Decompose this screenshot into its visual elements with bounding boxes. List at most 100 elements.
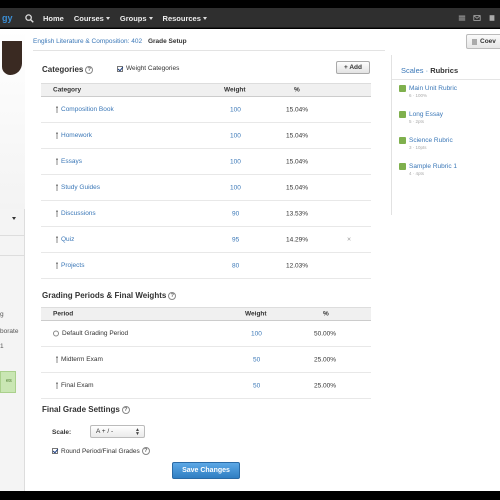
- scale-label: Scale:: [52, 429, 72, 436]
- nav-home[interactable]: Home: [43, 14, 64, 23]
- category-name[interactable]: Homework: [56, 132, 92, 139]
- category-name[interactable]: Study Guides: [56, 184, 100, 191]
- rubric-name[interactable]: Sample Rubric 1: [399, 163, 499, 170]
- scales-tab[interactable]: Scales: [401, 66, 424, 75]
- category-link[interactable]: Essays: [61, 158, 82, 165]
- add-category-button[interactable]: + Add: [336, 61, 370, 74]
- rubric-icon: [399, 85, 406, 92]
- period-weight[interactable]: 100: [251, 330, 262, 337]
- rubric-label[interactable]: Science Rubric: [409, 137, 453, 144]
- category-link[interactable]: Composition Book: [61, 106, 114, 113]
- category-weight[interactable]: 100: [230, 132, 241, 139]
- rubric-item[interactable]: Long Essay 5 · 2pts: [399, 111, 499, 124]
- drag-handle-icon[interactable]: [56, 106, 58, 112]
- rubric-name[interactable]: Science Rubric: [399, 137, 499, 144]
- category-weight[interactable]: 80: [232, 262, 239, 269]
- category-link[interactable]: Study Guides: [61, 184, 100, 191]
- sidebar-text-fragment[interactable]: g: [0, 311, 4, 318]
- messages-icon[interactable]: [458, 14, 466, 22]
- nav-courses-label: Courses: [73, 13, 104, 23]
- rubric-name[interactable]: Main Unit Rubric: [399, 85, 499, 92]
- document-icon: [472, 38, 477, 45]
- table-row: Quiz 95 14.29% ×: [41, 227, 371, 253]
- nav-groups[interactable]: Groups: [120, 14, 153, 23]
- category-name[interactable]: Discussions: [56, 210, 96, 217]
- grading-scale-value: A + / -: [96, 428, 114, 435]
- header-action-button[interactable]: Coev: [466, 34, 500, 49]
- sidebar-status-box[interactable]: es: [0, 371, 16, 393]
- nav-resources[interactable]: Resources: [163, 14, 207, 23]
- rubric-label[interactable]: Main Unit Rubric: [409, 85, 457, 92]
- weight-categories-toggle[interactable]: Weight Categories: [117, 65, 179, 72]
- notifications-icon[interactable]: [488, 14, 496, 22]
- rubric-label[interactable]: Sample Rubric 1: [409, 163, 457, 170]
- delete-category-button[interactable]: ×: [347, 236, 351, 243]
- table-row: Essays 100 15.04%: [41, 149, 371, 175]
- column-header-weight: Weight: [245, 310, 267, 318]
- nav-home-label: Home: [43, 13, 64, 23]
- drag-handle-icon[interactable]: [56, 210, 58, 216]
- round-grades-checkbox[interactable]: [52, 448, 58, 454]
- table-row: Composition Book 100 15.04%: [41, 97, 371, 123]
- nav-courses[interactable]: Courses: [74, 14, 110, 23]
- grading-scale-select[interactable]: A + / - ▲ ▼: [90, 425, 145, 438]
- rubric-item[interactable]: Sample Rubric 1 4 · 4pts: [399, 163, 499, 176]
- category-weight[interactable]: 95: [232, 236, 239, 243]
- rubric-label[interactable]: Long Essay: [409, 111, 443, 118]
- rubric-name[interactable]: Long Essay: [399, 111, 499, 118]
- category-percent: 15.04%: [286, 184, 309, 191]
- search-icon[interactable]: [25, 13, 34, 23]
- rubric-icon: [399, 163, 406, 170]
- rubric-meta: 4 · 4pts: [409, 171, 425, 176]
- rubric-item[interactable]: Science Rubric 3 · 10pts: [399, 137, 499, 150]
- period-name: Final Exam: [56, 382, 94, 389]
- category-weight[interactable]: 100: [230, 184, 241, 191]
- breadcrumb-course-link[interactable]: English Literature & Composition: 402: [33, 38, 142, 45]
- sidebar-text-fragment[interactable]: borate: [0, 328, 18, 335]
- category-link[interactable]: Homework: [61, 132, 92, 139]
- category-name[interactable]: Composition Book: [56, 106, 114, 113]
- app-logo[interactable]: gy: [2, 13, 13, 23]
- period-settings-icon[interactable]: [53, 330, 59, 336]
- period-weight[interactable]: 50: [253, 382, 260, 389]
- category-name[interactable]: Quiz: [56, 236, 74, 243]
- period-name: Midterm Exam: [56, 356, 103, 363]
- help-icon[interactable]: ?: [168, 291, 177, 300]
- help-icon[interactable]: ?: [141, 447, 150, 455]
- rubrics-panel-title: Scales · Rubrics: [401, 66, 458, 75]
- save-changes-button[interactable]: Save Changes: [172, 462, 240, 479]
- help-icon[interactable]: ?: [85, 65, 94, 74]
- drag-handle-icon[interactable]: [56, 262, 58, 268]
- weight-categories-checkbox[interactable]: [117, 65, 123, 72]
- category-weight[interactable]: 100: [230, 106, 241, 113]
- category-link[interactable]: Quiz: [61, 236, 74, 243]
- drag-handle-icon[interactable]: [56, 356, 58, 362]
- period-percent: 25.00%: [314, 382, 337, 389]
- chevron-down-icon[interactable]: [12, 217, 16, 220]
- drag-handle-icon[interactable]: [56, 184, 58, 190]
- table-row: Default Grading Period 100 50.00%: [41, 321, 371, 347]
- category-name[interactable]: Essays: [56, 158, 82, 165]
- sidebar-text-fragment[interactable]: 1: [0, 343, 4, 350]
- category-weight[interactable]: 90: [232, 210, 239, 217]
- grading-periods-title: Grading Periods & Final Weights ?: [42, 291, 177, 300]
- category-link[interactable]: Discussions: [61, 210, 96, 217]
- column-header-percent: %: [294, 86, 300, 94]
- category-weight[interactable]: 100: [230, 158, 241, 165]
- category-percent: 15.04%: [286, 158, 309, 165]
- round-grades-toggle[interactable]: Round Period/Final Grades ?: [52, 447, 150, 455]
- help-icon[interactable]: ?: [121, 405, 130, 414]
- nav-groups-label: Groups: [119, 13, 147, 23]
- drag-handle-icon[interactable]: [56, 132, 58, 138]
- period-weight[interactable]: 50: [253, 356, 260, 363]
- mail-icon[interactable]: [473, 14, 481, 22]
- rubric-item[interactable]: Main Unit Rubric 6 · 100%: [399, 85, 499, 98]
- category-link[interactable]: Projects: [61, 262, 84, 269]
- drag-handle-icon[interactable]: [56, 158, 58, 164]
- rubrics-tab[interactable]: Rubrics: [430, 66, 458, 75]
- sidebar-divider: [0, 235, 25, 236]
- drag-handle-icon[interactable]: [56, 382, 58, 388]
- period-label: Final Exam: [61, 382, 94, 389]
- drag-handle-icon[interactable]: [56, 236, 58, 242]
- category-name[interactable]: Projects: [56, 262, 84, 269]
